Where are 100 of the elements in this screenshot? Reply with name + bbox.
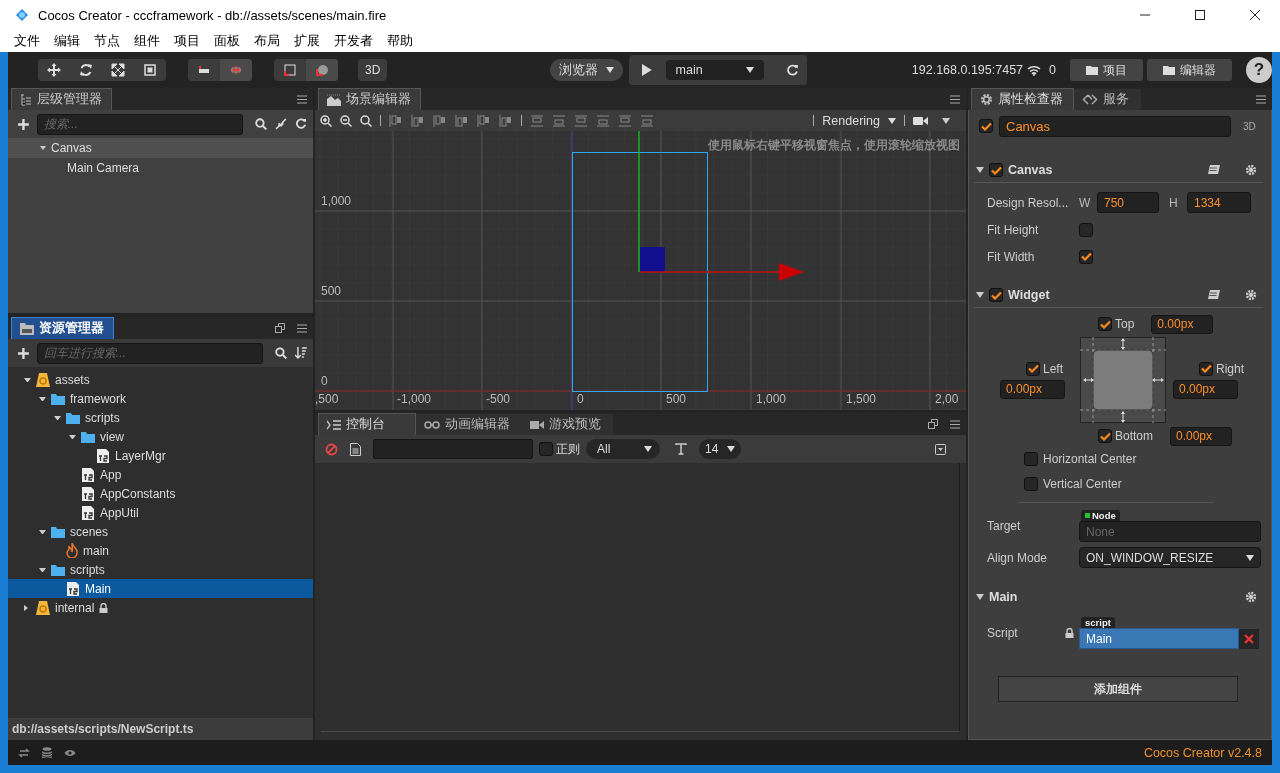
tree-item[interactable]: Canvas [8, 138, 313, 158]
checkbox[interactable] [989, 163, 1003, 177]
menu-item[interactable]: 组件 [126, 32, 166, 50]
font-size-dropdown[interactable]: 14 [699, 439, 741, 459]
tree-item[interactable]: scenes [8, 522, 313, 541]
close-icon[interactable] [1249, 9, 1261, 21]
filter-field[interactable] [373, 439, 533, 459]
node-anchor-square[interactable] [640, 247, 665, 272]
height-field[interactable]: 1334 [1187, 192, 1251, 213]
help-button[interactable]: ? [1246, 57, 1272, 83]
tree-item[interactable]: framework [8, 389, 313, 408]
tree-item[interactable]: Main Camera [8, 158, 313, 178]
add-icon[interactable] [18, 347, 29, 359]
expand-arrow-icon[interactable] [39, 529, 46, 534]
popout-icon[interactable] [275, 323, 285, 333]
tree-item[interactable]: internal [8, 598, 313, 617]
checkbox[interactable] [1026, 361, 1040, 376]
margin-field[interactable]: 0.00px [1170, 426, 1232, 446]
collapse-icon[interactable] [935, 443, 946, 455]
menu-icon[interactable] [950, 94, 960, 104]
menu-item[interactable]: 项目 [166, 32, 206, 50]
world-space-icon[interactable] [306, 59, 338, 81]
script-field[interactable]: Main [1079, 628, 1239, 649]
menu-item[interactable]: 布局 [246, 32, 286, 50]
log-file-icon[interactable] [350, 442, 361, 456]
settings-icon[interactable] [1245, 164, 1257, 176]
add-component-button[interactable]: 添加组件 [998, 676, 1238, 702]
database-icon[interactable] [42, 747, 52, 758]
scene-dropdown[interactable]: main [665, 60, 765, 80]
expand-arrow-icon[interactable] [69, 434, 76, 439]
menu-icon[interactable] [1256, 94, 1266, 104]
zoom-in-icon[interactable] [320, 114, 332, 127]
menu-item[interactable]: 帮助 [379, 32, 419, 50]
log-level-dropdown[interactable]: All [586, 439, 660, 459]
tree-item[interactable]: LayerMgr [8, 446, 313, 465]
expand-arrow-icon[interactable] [39, 567, 46, 572]
panel-tab[interactable]: 游戏预览 [522, 414, 613, 435]
tree-item[interactable]: AppUtil [8, 503, 313, 522]
tree-item[interactable]: view [8, 427, 313, 446]
sort-icon[interactable] [295, 347, 307, 359]
width-field[interactable]: 750 [1097, 192, 1159, 213]
expand-arrow-icon[interactable] [40, 146, 46, 150]
panel-tab[interactable]: 层级管理器 [11, 88, 112, 110]
checkbox[interactable] [979, 119, 993, 133]
search-icon[interactable] [275, 347, 288, 359]
panel-tab[interactable]: 服务 [1074, 89, 1141, 110]
rendering-dropdown[interactable]: Rendering [822, 113, 896, 128]
checkbox[interactable] [1199, 361, 1213, 376]
checkbox[interactable] [1098, 317, 1112, 331]
expand-arrow-icon[interactable] [24, 604, 29, 611]
y-axis-handle[interactable] [638, 131, 640, 273]
tree-item[interactable]: assets [8, 370, 313, 389]
play-icon[interactable] [640, 63, 653, 77]
expand-arrow-icon[interactable] [54, 415, 61, 420]
tree-item[interactable]: App [8, 465, 313, 484]
popout-icon[interactable] [928, 419, 938, 429]
tree-item[interactable]: Main [8, 579, 313, 598]
margin-field[interactable]: 0.00px [1173, 379, 1238, 399]
align-icon[interactable] [477, 113, 491, 128]
menu-item[interactable]: 扩展 [286, 32, 326, 50]
tree-item[interactable]: scripts [8, 560, 313, 579]
menu-item[interactable]: 节点 [86, 32, 126, 50]
settings-icon[interactable] [1245, 591, 1257, 603]
menu-item[interactable]: 开发者 [326, 32, 379, 50]
search-field[interactable]: 回车进行搜索... [36, 342, 264, 364]
menu-icon[interactable] [297, 94, 307, 104]
checkbox[interactable] [539, 442, 553, 456]
checkbox[interactable] [1079, 249, 1093, 264]
3d-toggle-button[interactable]: 3D [358, 59, 388, 81]
menu-icon[interactable] [950, 419, 960, 429]
align-icon[interactable] [455, 113, 469, 128]
panel-tab[interactable]: 属性检查器 [971, 88, 1074, 110]
open-folder-button[interactable]: 项目 [1070, 59, 1143, 81]
collapse-icon[interactable] [275, 118, 288, 130]
checkbox[interactable] [1098, 429, 1112, 443]
maximize-icon[interactable] [1194, 9, 1206, 21]
open-folder-button[interactable]: 编辑器 [1147, 59, 1232, 81]
zoom-reset-icon[interactable] [360, 114, 372, 127]
align-icon[interactable] [389, 113, 403, 128]
checkbox[interactable] [1024, 476, 1038, 491]
sync-icon[interactable] [18, 747, 30, 758]
menu-item[interactable]: 面板 [206, 32, 246, 50]
panel-tab[interactable]: 动画编辑器 [416, 414, 522, 435]
caret-icon[interactable] [942, 117, 950, 124]
align-icon[interactable] [411, 113, 425, 128]
tree-item[interactable]: scripts [8, 408, 313, 427]
help-book-icon[interactable] [1208, 164, 1220, 176]
help-book-icon[interactable] [1208, 289, 1220, 301]
panel-tab[interactable]: 场景编辑器 [318, 88, 421, 110]
add-icon[interactable] [18, 118, 29, 130]
expand-arrow-icon[interactable] [976, 594, 984, 600]
target-field[interactable]: None [1079, 521, 1261, 542]
tree-item[interactable]: AppConstants [8, 484, 313, 503]
checkbox[interactable] [1024, 451, 1038, 466]
eye-icon[interactable] [64, 748, 76, 757]
settings-icon[interactable] [1245, 289, 1257, 301]
platform-dropdown[interactable]: 浏览器 [549, 59, 623, 81]
tree-item[interactable]: main [8, 541, 313, 560]
align-mode-dropdown[interactable]: ON_WINDOW_RESIZE [1079, 547, 1261, 568]
menu-item[interactable]: 编辑 [46, 32, 86, 50]
